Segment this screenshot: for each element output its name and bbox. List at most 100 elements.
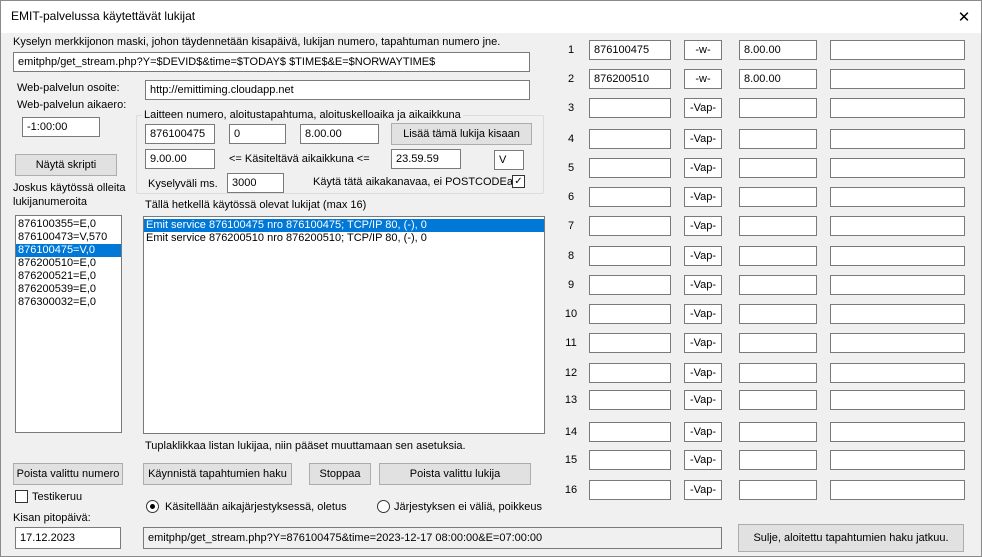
slot-time-field[interactable] [739, 304, 817, 324]
active-reader-item[interactable]: Emit service 876200510 nro 876200510; TC… [144, 232, 544, 245]
slot-status-field[interactable]: -Vap- [684, 390, 722, 410]
stop-button[interactable]: Stoppaa [309, 463, 371, 485]
slot-device-field[interactable] [589, 98, 671, 118]
slot-time-field[interactable] [739, 450, 817, 470]
active-reader-item[interactable]: Emit service 876100475 nro 876100475; TC… [144, 219, 544, 232]
start-event-input[interactable]: 0 [229, 124, 286, 144]
slot-device-field[interactable] [589, 333, 671, 353]
slot-device-field[interactable]: 876100475 [589, 40, 671, 60]
slot-extra-field[interactable] [830, 304, 965, 324]
slot-device-field[interactable] [589, 246, 671, 266]
double-click-hint: Tuplaklikkaa listan lukijaa, niin pääset… [145, 440, 466, 452]
slot-time-field[interactable] [739, 363, 817, 383]
slot-extra-field[interactable] [830, 363, 965, 383]
close-window-icon[interactable]: ✕ [947, 1, 981, 33]
remove-reader-button[interactable]: Poista valittu lukija [379, 463, 531, 485]
slot-device-field[interactable] [589, 187, 671, 207]
slot-time-field[interactable] [739, 275, 817, 295]
slot-status-field[interactable]: -Vap- [684, 333, 722, 353]
slot-time-field[interactable]: 8.00.00 [739, 40, 817, 60]
close-continue-button[interactable]: Sulje, aloitettu tapahtumien haku jatkuu… [738, 524, 964, 552]
old-reader-item[interactable]: 876200521=E,0 [16, 270, 121, 283]
slot-status-field[interactable]: -Vap- [684, 187, 722, 207]
slot-status-field[interactable]: -Vap- [684, 304, 722, 324]
mask-input[interactable]: emitphp/get_stream.php?Y=$DEVID$&time=$T… [13, 52, 530, 72]
order-time-radio[interactable] [146, 500, 159, 513]
slot-extra-field[interactable] [830, 40, 965, 60]
slot-extra-field[interactable] [830, 422, 965, 442]
slot-extra-field[interactable] [830, 158, 965, 178]
slot-extra-field[interactable] [830, 333, 965, 353]
web-offset-input[interactable]: -1:00:00 [22, 117, 100, 137]
slot-status-field[interactable]: -w- [684, 69, 722, 89]
slot-device-field[interactable] [589, 216, 671, 236]
v-input[interactable]: V [494, 150, 524, 170]
slot-status-field[interactable]: -Vap- [684, 246, 722, 266]
start-time-input[interactable]: 8.00.00 [300, 124, 379, 144]
old-reader-item[interactable]: 876100475=V,0 [16, 244, 121, 257]
slot-time-field[interactable] [739, 422, 817, 442]
time-channel-checkbox[interactable]: ✓ [512, 175, 525, 188]
slot-status-field[interactable]: -Vap- [684, 480, 722, 500]
active-readers-list[interactable]: Emit service 876100475 nro 876100475; TC… [143, 216, 545, 434]
slot-time-field[interactable] [739, 158, 817, 178]
show-script-button[interactable]: Näytä skripti [15, 154, 117, 176]
slot-device-field[interactable]: 876200510 [589, 69, 671, 89]
slot-status-field[interactable]: -Vap- [684, 422, 722, 442]
slot-device-field[interactable] [589, 450, 671, 470]
window-end-input[interactable]: 23.59.59 [391, 149, 461, 169]
slot-extra-field[interactable] [830, 450, 965, 470]
test-collection-checkbox[interactable] [15, 490, 28, 503]
slot-time-field[interactable] [739, 246, 817, 266]
slot-extra-field[interactable] [830, 69, 965, 89]
slot-device-field[interactable] [589, 422, 671, 442]
slot-time-field[interactable] [739, 216, 817, 236]
order-any-radio[interactable] [377, 500, 390, 513]
slot-time-field[interactable] [739, 390, 817, 410]
interval-input[interactable]: 3000 [227, 173, 284, 193]
slot-extra-field[interactable] [830, 246, 965, 266]
web-address-input[interactable]: http://emittiming.cloudapp.net [145, 80, 530, 100]
add-reader-button[interactable]: Lisää tämä lukija kisaan [391, 123, 532, 145]
slot-extra-field[interactable] [830, 275, 965, 295]
slot-extra-field[interactable] [830, 129, 965, 149]
slot-extra-field[interactable] [830, 390, 965, 410]
old-readers-list[interactable]: 876100355=E,0 876100473=V,570 876100475=V,… [15, 215, 122, 433]
start-fetch-button[interactable]: Käynnistä tapahtumien haku [143, 463, 292, 485]
slot-time-field[interactable] [739, 129, 817, 149]
slot-status-field[interactable]: -Vap- [684, 216, 722, 236]
slot-status-field[interactable]: -Vap- [684, 98, 722, 118]
slot-device-field[interactable] [589, 390, 671, 410]
old-reader-item[interactable]: 876200510=E,0 [16, 257, 121, 270]
slot-device-field[interactable] [589, 129, 671, 149]
slot-device-field[interactable] [589, 480, 671, 500]
slot-extra-field[interactable] [830, 216, 965, 236]
slot-device-field[interactable] [589, 304, 671, 324]
slot-time-field[interactable]: 8.00.00 [739, 69, 817, 89]
slot-extra-field[interactable] [830, 187, 965, 207]
slot-status-field[interactable]: -Vap- [684, 129, 722, 149]
window-start-input[interactable]: 9.00.00 [145, 149, 215, 169]
remove-number-button[interactable]: Poista valittu numero [13, 463, 123, 485]
old-reader-item[interactable]: 876100473=V,570 [16, 231, 121, 244]
device-number-input[interactable]: 876100475 [145, 124, 215, 144]
slot-time-field[interactable] [739, 187, 817, 207]
date-input[interactable]: 17.12.2023 [15, 527, 121, 549]
slot-extra-field[interactable] [830, 98, 965, 118]
slot-number: 10 [564, 308, 578, 320]
slot-status-field[interactable]: -Vap- [684, 158, 722, 178]
old-reader-item[interactable]: 876100355=E,0 [16, 218, 121, 231]
slot-status-field[interactable]: -Vap- [684, 363, 722, 383]
old-reader-item[interactable]: 876200539=E,0 [16, 283, 121, 296]
slot-time-field[interactable] [739, 98, 817, 118]
slot-device-field[interactable] [589, 158, 671, 178]
slot-time-field[interactable] [739, 480, 817, 500]
slot-status-field[interactable]: -w- [684, 40, 722, 60]
slot-status-field[interactable]: -Vap- [684, 275, 722, 295]
slot-device-field[interactable] [589, 363, 671, 383]
slot-device-field[interactable] [589, 275, 671, 295]
slot-extra-field[interactable] [830, 480, 965, 500]
slot-status-field[interactable]: -Vap- [684, 450, 722, 470]
old-reader-item[interactable]: 876300032=E,0 [16, 296, 121, 309]
slot-time-field[interactable] [739, 333, 817, 353]
